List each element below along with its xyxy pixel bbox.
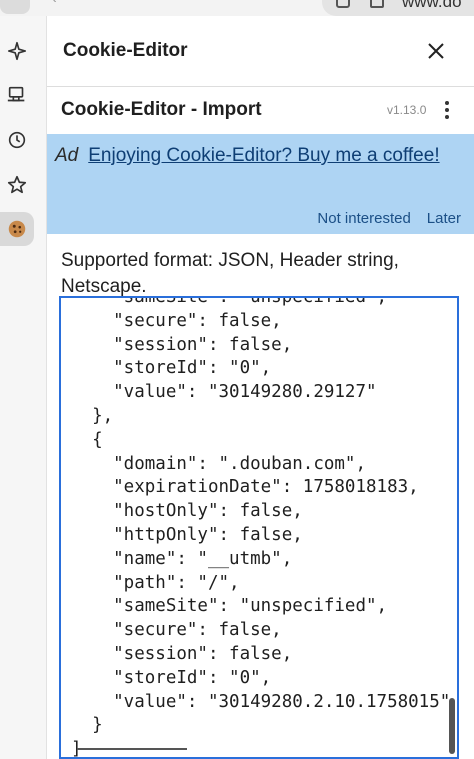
ad-actions: Not interested Later: [317, 210, 461, 227]
close-button[interactable]: [421, 36, 451, 66]
ad-label: Ad: [55, 145, 79, 166]
close-icon: [428, 43, 444, 59]
code-line: {: [71, 429, 103, 450]
later-button[interactable]: Later: [427, 210, 461, 227]
not-interested-button[interactable]: Not interested: [317, 210, 410, 227]
more-options-button[interactable]: [437, 97, 457, 123]
browser-toolbar: ‹ www.do: [0, 0, 474, 16]
star-icon[interactable]: [0, 168, 34, 202]
code-line: "sameSite": "unspecified",: [71, 296, 388, 307]
browser-sidebar: [0, 16, 46, 759]
code-line: "session": false,: [71, 334, 293, 355]
supported-formats-text: Supported format: JSON, Header string, N…: [61, 250, 399, 297]
text-caret: [77, 748, 187, 750]
code-line: "value": "30149280.2.10.1758015": [71, 691, 451, 712]
code-line: "expirationDate": 1758018183,: [71, 477, 419, 498]
page-info-icon[interactable]: [370, 0, 384, 8]
panel-header: Cookie-Editor: [47, 16, 474, 86]
address-bar-text[interactable]: www.do: [402, 0, 462, 12]
code-line: "name": "__utmb",: [71, 548, 293, 569]
code-line: "sameSite": "unspecified",: [71, 596, 388, 617]
version-label: v1.13.0: [387, 103, 427, 117]
back-icon[interactable]: ‹: [52, 0, 78, 8]
textarea-scrollbar[interactable]: [449, 698, 455, 754]
import-header: Cookie-Editor - Import v1.13.0: [47, 86, 474, 134]
code-line: }: [71, 715, 103, 736]
code-line: "session": false,: [71, 643, 293, 664]
import-title: Cookie-Editor - Import: [61, 99, 262, 120]
code-line: },: [71, 405, 114, 426]
json-content: "sameSite": "unspecified", "secure": fal…: [71, 296, 457, 757]
code-line: "path": "/",: [71, 572, 240, 593]
code-line: "value": "30149280.29127": [71, 382, 377, 403]
sparkle-icon[interactable]: [0, 34, 34, 68]
code-line: "domain": ".douban.com",: [71, 453, 367, 474]
panel-title: Cookie-Editor: [63, 40, 188, 61]
kebab-dot: [445, 108, 449, 112]
ad-text: Ad Enjoying Cookie-Editor? Buy me a coffe…: [55, 142, 455, 170]
cookie-editor-panel: Cookie-Editor Cookie-Editor - Import v1.…: [46, 16, 474, 759]
code-line: "secure": false,: [71, 310, 282, 331]
ad-banner: Ad Enjoying Cookie-Editor? Buy me a coffe…: [47, 134, 474, 234]
code-line: "secure": false,: [71, 620, 282, 641]
browser-tab[interactable]: [0, 0, 30, 14]
ad-link[interactable]: Enjoying Cookie-Editor? Buy me a coffee!: [88, 145, 439, 166]
code-line: "storeId": "0",: [71, 667, 272, 688]
shield-icon[interactable]: [336, 0, 350, 8]
import-textarea[interactable]: "sameSite": "unspecified", "secure": fal…: [59, 296, 459, 759]
devices-icon[interactable]: [0, 78, 34, 112]
code-line: "storeId": "0",: [71, 358, 272, 379]
kebab-dot: [445, 115, 449, 119]
cookie-icon[interactable]: [0, 212, 34, 246]
code-line: "httpOnly": false,: [71, 524, 303, 545]
code-line: "hostOnly": false,: [71, 501, 303, 522]
kebab-dot: [445, 101, 449, 105]
history-icon[interactable]: [0, 123, 34, 157]
